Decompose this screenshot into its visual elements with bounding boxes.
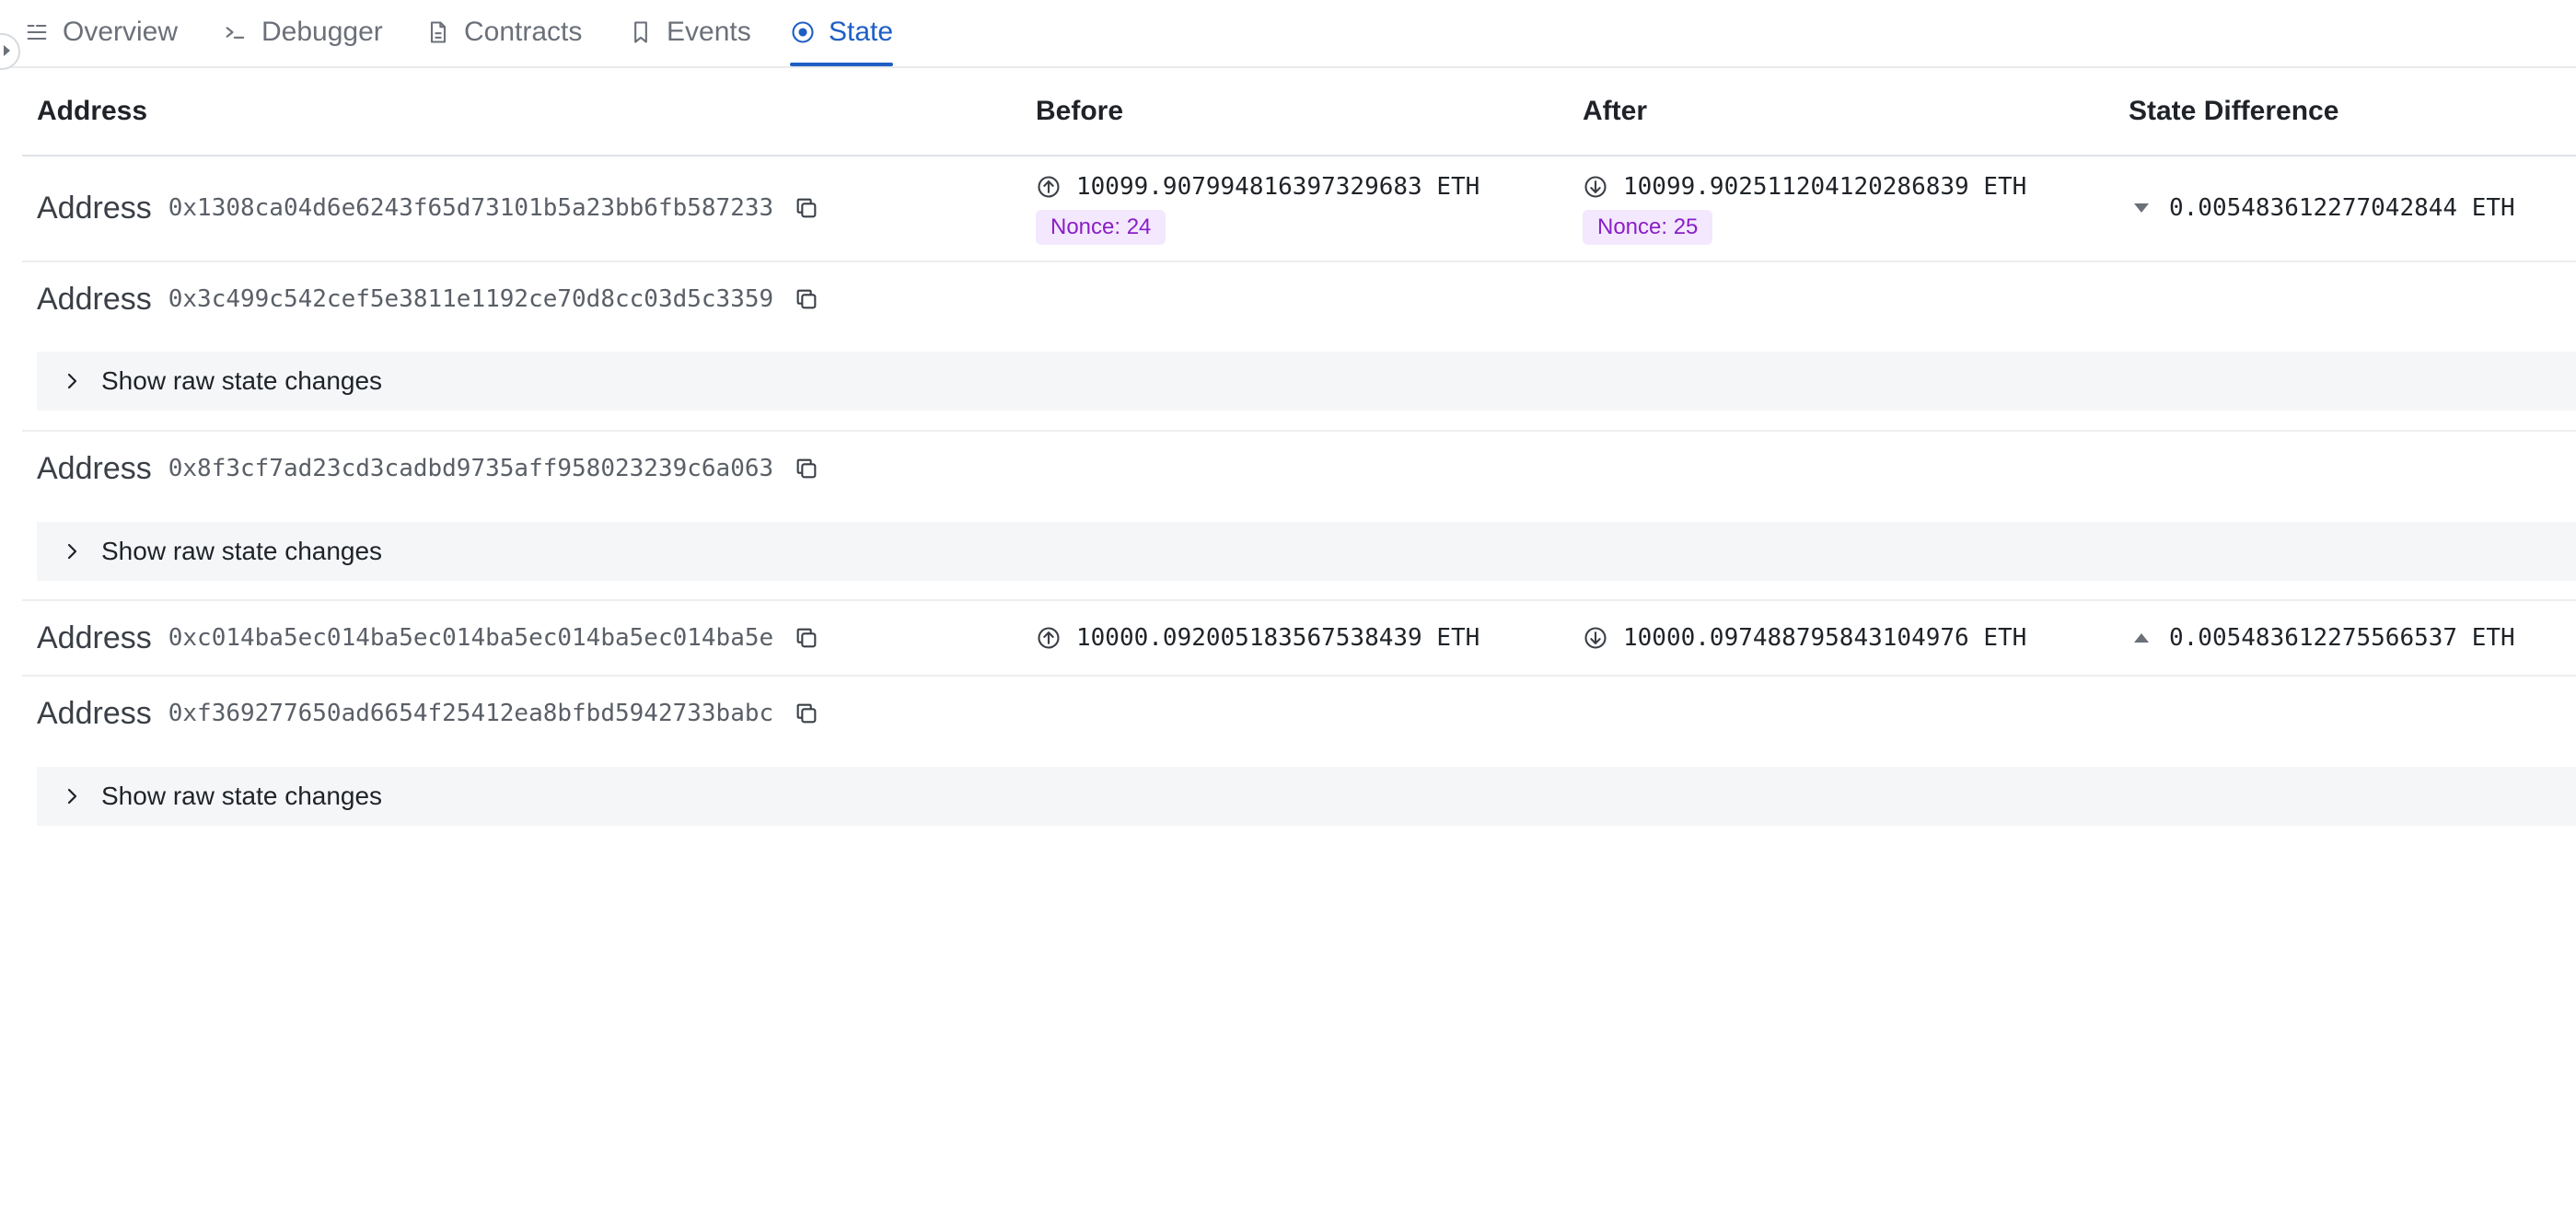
arrow-down-circle-icon bbox=[1584, 627, 1607, 649]
decrease-triangle-icon bbox=[2134, 203, 2149, 213]
tab-contracts-label: Contracts bbox=[464, 17, 583, 47]
copy-icon[interactable] bbox=[794, 701, 819, 726]
row-divider bbox=[22, 261, 2576, 262]
header-before: Before bbox=[1036, 96, 1124, 126]
before-nonce-badge: Nonce: 24 bbox=[1036, 210, 1166, 245]
target-icon bbox=[792, 21, 814, 43]
after-balance: 10000.097488795843104976 ETH bbox=[1583, 620, 2026, 656]
address-label: Address bbox=[37, 695, 152, 731]
arrow-down-circle-icon bbox=[1584, 176, 1607, 198]
document-icon bbox=[430, 21, 447, 43]
after-balance-value: 10099.902511204120286839 ETH bbox=[1623, 173, 2027, 201]
show-raw-state-changes-button[interactable]: Show raw state changes bbox=[37, 352, 2576, 411]
tab-events-label: Events bbox=[667, 17, 751, 47]
state-difference-value: 0.005483612277042844 ETH bbox=[2169, 194, 2515, 222]
before-balance: 10099.907994816397329683 ETH bbox=[1036, 168, 1479, 205]
sidebar-toggle-button[interactable] bbox=[0, 33, 20, 70]
header-after: After bbox=[1583, 96, 1648, 126]
header-address: Address bbox=[37, 96, 148, 126]
address-label: Address bbox=[37, 281, 152, 317]
list-icon bbox=[27, 24, 47, 41]
row-divider bbox=[22, 430, 2576, 432]
terminal-icon bbox=[226, 27, 245, 39]
address-cell: Address 0x8f3cf7ad23cd3cadbd9735aff95802… bbox=[37, 446, 819, 492]
row-divider bbox=[22, 675, 2576, 677]
tab-overview-label: Overview bbox=[63, 17, 179, 47]
increase-triangle-icon bbox=[2134, 633, 2149, 643]
address-cell: Address 0x1308ca04d6e6243f65d73101b5a23b… bbox=[37, 185, 819, 231]
show-raw-state-changes-label: Show raw state changes bbox=[101, 366, 383, 395]
address-hash: 0x1308ca04d6e6243f65d73101b5a23bb6fb5872… bbox=[168, 194, 774, 222]
before-balance-value: 10099.907994816397329683 ETH bbox=[1076, 173, 1480, 201]
address-label: Address bbox=[37, 620, 152, 655]
copy-icon[interactable] bbox=[794, 625, 819, 651]
tab-events[interactable]: Events bbox=[628, 0, 751, 64]
arrow-up-circle-icon bbox=[1038, 176, 1060, 198]
copy-icon[interactable] bbox=[794, 286, 819, 312]
tab-state[interactable]: State bbox=[790, 0, 894, 66]
row-divider bbox=[22, 599, 2576, 601]
show-raw-state-changes-button[interactable]: Show raw state changes bbox=[37, 767, 2576, 826]
tab-contracts[interactable]: Contracts bbox=[425, 0, 582, 64]
address-hash: 0x3c499c542cef5e3811e1192ce70d8cc03d5c33… bbox=[168, 285, 774, 313]
copy-icon[interactable] bbox=[794, 195, 819, 221]
before-balance-value: 10000.092005183567538439 ETH bbox=[1076, 624, 1480, 652]
before-balance: 10000.092005183567538439 ETH bbox=[1036, 620, 1479, 656]
tab-debugger-label: Debugger bbox=[261, 17, 383, 47]
show-raw-state-changes-label: Show raw state changes bbox=[101, 537, 383, 565]
address-cell: Address 0x3c499c542cef5e3811e1192ce70d8c… bbox=[37, 276, 819, 322]
chevron-right-icon bbox=[67, 788, 77, 805]
address-hash: 0xc014ba5ec014ba5ec014ba5ec014ba5ec014ba… bbox=[168, 624, 774, 652]
table-header: Address Before After State Difference bbox=[22, 66, 2576, 156]
address-cell: Address 0xf369277650ad6654f25412ea8bfbd5… bbox=[37, 690, 819, 736]
chevron-right-icon bbox=[67, 543, 77, 560]
after-balance-value: 10000.097488795843104976 ETH bbox=[1623, 624, 2027, 652]
state-difference-value: 0.005483612275566537 ETH bbox=[2169, 624, 2515, 652]
chevron-right-icon bbox=[4, 45, 10, 56]
state-difference: 0.005483612277042844 ETH bbox=[2129, 190, 2515, 226]
tab-bar: Overview Debugger Contracts Events State bbox=[0, 0, 2576, 70]
address-cell: Address 0xc014ba5ec014ba5ec014ba5ec014ba… bbox=[37, 615, 819, 661]
state-difference: 0.005483612275566537 ETH bbox=[2129, 620, 2515, 656]
bookmark-icon bbox=[634, 21, 647, 43]
after-balance: 10099.902511204120286839 ETH bbox=[1583, 168, 2026, 205]
copy-icon[interactable] bbox=[794, 456, 819, 481]
show-raw-state-changes-label: Show raw state changes bbox=[101, 782, 383, 810]
show-raw-state-changes-button[interactable]: Show raw state changes bbox=[37, 522, 2576, 581]
address-label: Address bbox=[37, 190, 152, 226]
tab-state-label: State bbox=[829, 17, 894, 47]
after-nonce-badge: Nonce: 25 bbox=[1583, 210, 1713, 245]
arrow-up-circle-icon bbox=[1038, 627, 1060, 649]
address-hash: 0x8f3cf7ad23cd3cadbd9735aff958023239c6a0… bbox=[168, 455, 774, 482]
tab-debugger[interactable]: Debugger bbox=[223, 0, 383, 64]
address-hash: 0xf369277650ad6654f25412ea8bfbd5942733ba… bbox=[168, 700, 774, 727]
tab-overview[interactable]: Overview bbox=[24, 0, 178, 64]
header-state-difference: State Difference bbox=[2129, 96, 2339, 126]
address-label: Address bbox=[37, 450, 152, 486]
chevron-right-icon bbox=[67, 373, 77, 389]
